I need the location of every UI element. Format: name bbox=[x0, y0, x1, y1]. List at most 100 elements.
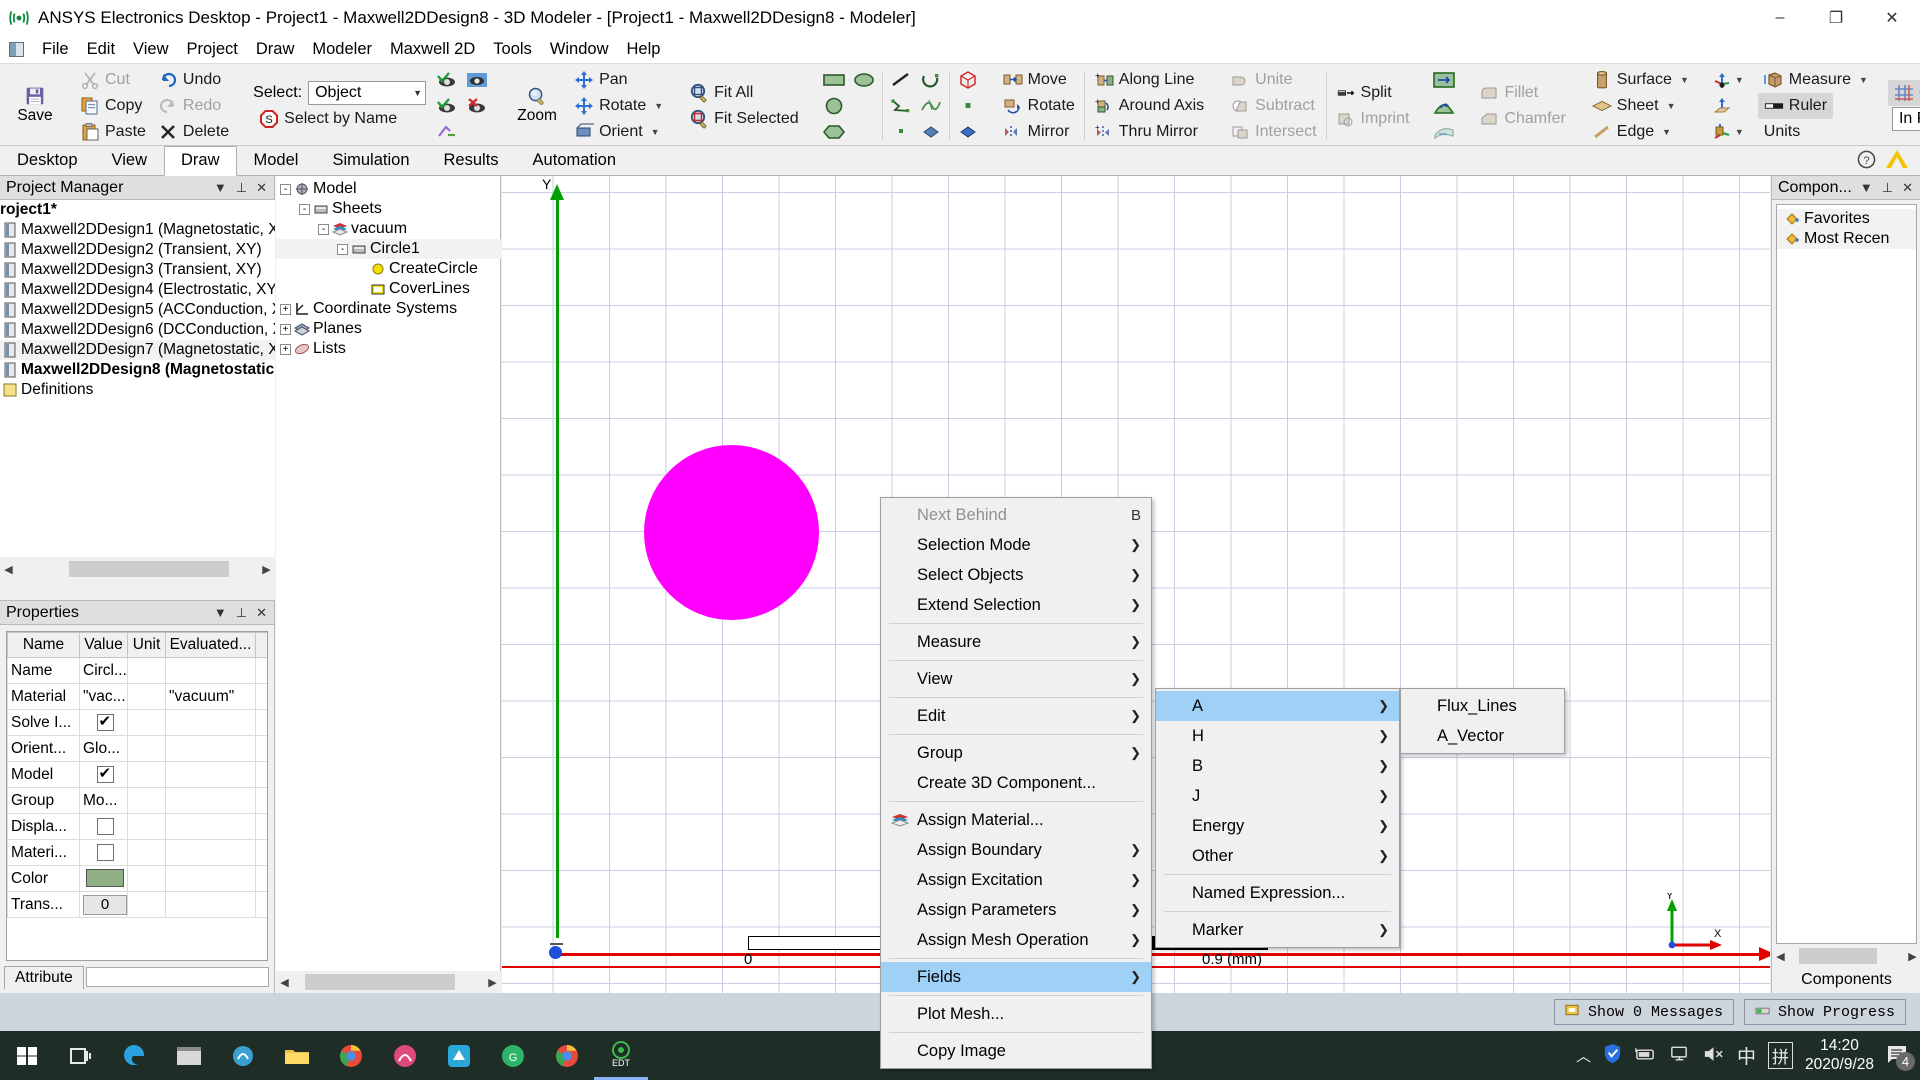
fields-submenu-item[interactable]: Energy ❯ bbox=[1156, 811, 1399, 841]
hscroll-thumb[interactable] bbox=[1799, 948, 1877, 964]
close-icon[interactable]: ✕ bbox=[256, 605, 267, 621]
tab-results[interactable]: Results bbox=[427, 146, 516, 175]
tab-draw[interactable]: Draw bbox=[164, 146, 237, 176]
property-value[interactable] bbox=[79, 761, 128, 788]
copy-button[interactable]: Copy bbox=[74, 93, 148, 119]
context-menu-item[interactable]: Create 3D Component... bbox=[881, 768, 1151, 798]
hide-selected-icon[interactable] bbox=[432, 93, 462, 119]
tray-expand-icon[interactable]: ︿ bbox=[1576, 1045, 1591, 1066]
visibility-extra-icon[interactable] bbox=[462, 119, 492, 145]
show-all-icon[interactable] bbox=[432, 67, 462, 93]
components-tab[interactable]: Components bbox=[1772, 967, 1920, 993]
properties-row[interactable]: Orient... Glo... bbox=[7, 735, 267, 762]
rotate-object-button[interactable]: Rotate bbox=[997, 93, 1081, 119]
draw-point-icon[interactable] bbox=[886, 119, 916, 145]
context-menu-item[interactable]: Measure ❯ bbox=[881, 627, 1151, 657]
properties-row[interactable]: Color bbox=[7, 865, 267, 892]
checkbox-unchecked[interactable] bbox=[96, 817, 114, 835]
pin-icon[interactable]: ⊥ bbox=[1882, 180, 1893, 196]
close-icon[interactable]: ✕ bbox=[256, 180, 267, 196]
show-window-icon[interactable] bbox=[462, 67, 492, 93]
close-button[interactable]: ✕ bbox=[1864, 0, 1920, 36]
menu-window[interactable]: Window bbox=[541, 38, 618, 61]
property-value[interactable]: Mo... bbox=[79, 787, 128, 814]
menu-tools[interactable]: Tools bbox=[484, 38, 541, 61]
property-value[interactable]: "vac... bbox=[79, 683, 128, 710]
scroll-left-icon[interactable]: ◀ bbox=[1772, 948, 1789, 965]
tree-expander[interactable]: - bbox=[280, 183, 291, 195]
model-tree-node[interactable]: CoverLines bbox=[276, 279, 501, 299]
model-tree-node[interactable]: + Lists bbox=[276, 339, 501, 359]
help-icon[interactable]: ? bbox=[1857, 150, 1876, 174]
orient-button[interactable]: Orient ▼ bbox=[568, 119, 666, 145]
model-tree-node[interactable]: - Sheets bbox=[276, 199, 501, 219]
battery-icon[interactable] bbox=[1634, 1047, 1657, 1065]
property-value[interactable] bbox=[79, 839, 128, 866]
maximize-button[interactable]: ❐ bbox=[1808, 0, 1864, 36]
model-tree-node[interactable]: + Planes bbox=[276, 319, 501, 339]
task-view-button[interactable] bbox=[54, 1031, 108, 1080]
subtract-button[interactable]: Subtract bbox=[1224, 93, 1321, 119]
imprint-button[interactable]: Imprint bbox=[1330, 106, 1416, 132]
context-menu-item[interactable]: Fields ❯ bbox=[881, 962, 1151, 992]
shield-icon[interactable] bbox=[1603, 1043, 1622, 1068]
start-button[interactable] bbox=[0, 1031, 54, 1080]
edge-button[interactable]: Edge ▼ bbox=[1586, 119, 1677, 145]
grid-button[interactable]: Grid bbox=[1887, 79, 1920, 106]
context-menu-item[interactable]: Assign Mesh Operation ❯ bbox=[881, 925, 1151, 955]
project-tree-item[interactable]: Maxwell2DDesign3 (Transient, XY) bbox=[0, 260, 275, 280]
duplicate-along-line-button[interactable]: + Along Line bbox=[1088, 67, 1201, 93]
fields-submenu-item[interactable]: Named Expression... bbox=[1156, 878, 1399, 908]
chrome-icon[interactable] bbox=[324, 1031, 378, 1080]
draw-line-icon[interactable] bbox=[886, 67, 916, 93]
menu-maxwell2d[interactable]: Maxwell 2D bbox=[381, 38, 484, 61]
sweep-along-path-icon[interactable] bbox=[1429, 119, 1459, 145]
properties-row[interactable]: Displa... bbox=[7, 813, 267, 840]
clock[interactable]: 14:20 2020/9/28 bbox=[1805, 1037, 1874, 1074]
hscroll-track[interactable] bbox=[19, 561, 256, 577]
a-submenu-item[interactable]: Flux_Lines bbox=[1401, 691, 1564, 721]
duplicate-around-axis-button[interactable]: + Around Axis bbox=[1088, 93, 1210, 119]
draw-arc-icon[interactable] bbox=[916, 67, 946, 93]
project-tree-item[interactable]: Maxwell2DDesign5 (ACConduction, XY) bbox=[0, 300, 275, 320]
a-submenu-item[interactable]: A_Vector bbox=[1401, 721, 1564, 751]
checkbox-checked[interactable] bbox=[96, 712, 114, 731]
components-item-favorites[interactable]: Favorites bbox=[1777, 209, 1916, 229]
hscroll-track[interactable] bbox=[1791, 948, 1902, 964]
project-tree-item[interactable]: Maxwell2DDesign7 (Magnetostatic, XY) bbox=[0, 340, 275, 360]
face-cs-icon[interactable] bbox=[1712, 96, 1732, 116]
circle1-object[interactable] bbox=[644, 445, 819, 620]
checkbox-checked[interactable] bbox=[96, 764, 114, 783]
project-tree-item[interactable]: Maxwell2DDesign6 (DCConduction, XY) bbox=[0, 320, 275, 340]
properties-row[interactable]: Trans... 0 bbox=[7, 891, 267, 918]
property-value[interactable] bbox=[79, 813, 128, 840]
duplicate-mirror-button[interactable]: + Thru Mirror bbox=[1088, 119, 1204, 145]
unite-button[interactable]: Unite bbox=[1224, 67, 1298, 93]
grid-plane-combo[interactable]: In Plane ▼ bbox=[1891, 106, 1920, 131]
network-icon[interactable] bbox=[1669, 1045, 1690, 1067]
attribute-tab[interactable]: Attribute bbox=[4, 965, 84, 989]
fillet-button[interactable]: Fillet bbox=[1473, 80, 1544, 106]
chrome2-icon[interactable] bbox=[540, 1031, 594, 1080]
project-tree-item[interactable]: Maxwell2DDesign2 (Transient, XY) bbox=[0, 240, 275, 260]
measure-button[interactable]: Measure ▼ bbox=[1758, 67, 1874, 93]
context-menu-item[interactable]: Copy Image bbox=[881, 1036, 1151, 1066]
context-menu-item[interactable]: Plot Mesh... bbox=[881, 999, 1151, 1029]
hscroll-thumb[interactable] bbox=[69, 561, 229, 577]
notification-center-icon[interactable]: 4 bbox=[1886, 1044, 1915, 1071]
properties-row[interactable]: Material "vac... "vacuum" bbox=[7, 683, 267, 710]
properties-grid[interactable]: Name Value Unit Evaluated... Name Circl..… bbox=[6, 631, 268, 961]
context-menu-item[interactable]: Select Objects ❯ bbox=[881, 560, 1151, 590]
select-mode-combo[interactable]: Object ▼ bbox=[308, 80, 427, 105]
file-explorer-icon[interactable] bbox=[270, 1031, 324, 1080]
model-tree-node[interactable]: - Circle1 bbox=[276, 239, 501, 259]
sheet-button[interactable]: Sheet ▼ bbox=[1586, 93, 1682, 119]
fields-submenu-item[interactable]: Other ❯ bbox=[1156, 841, 1399, 871]
tree-expander[interactable]: + bbox=[280, 303, 291, 315]
draw-helix-icon[interactable] bbox=[953, 119, 983, 145]
properties-row[interactable]: Solve I... bbox=[7, 709, 267, 736]
scroll-right-icon[interactable]: ▶ bbox=[1904, 948, 1920, 965]
chamfer-button[interactable]: Chamfer bbox=[1473, 106, 1571, 132]
delete-button[interactable]: Delete bbox=[152, 119, 235, 145]
surface-button[interactable]: Surface ▼ bbox=[1586, 67, 1695, 93]
